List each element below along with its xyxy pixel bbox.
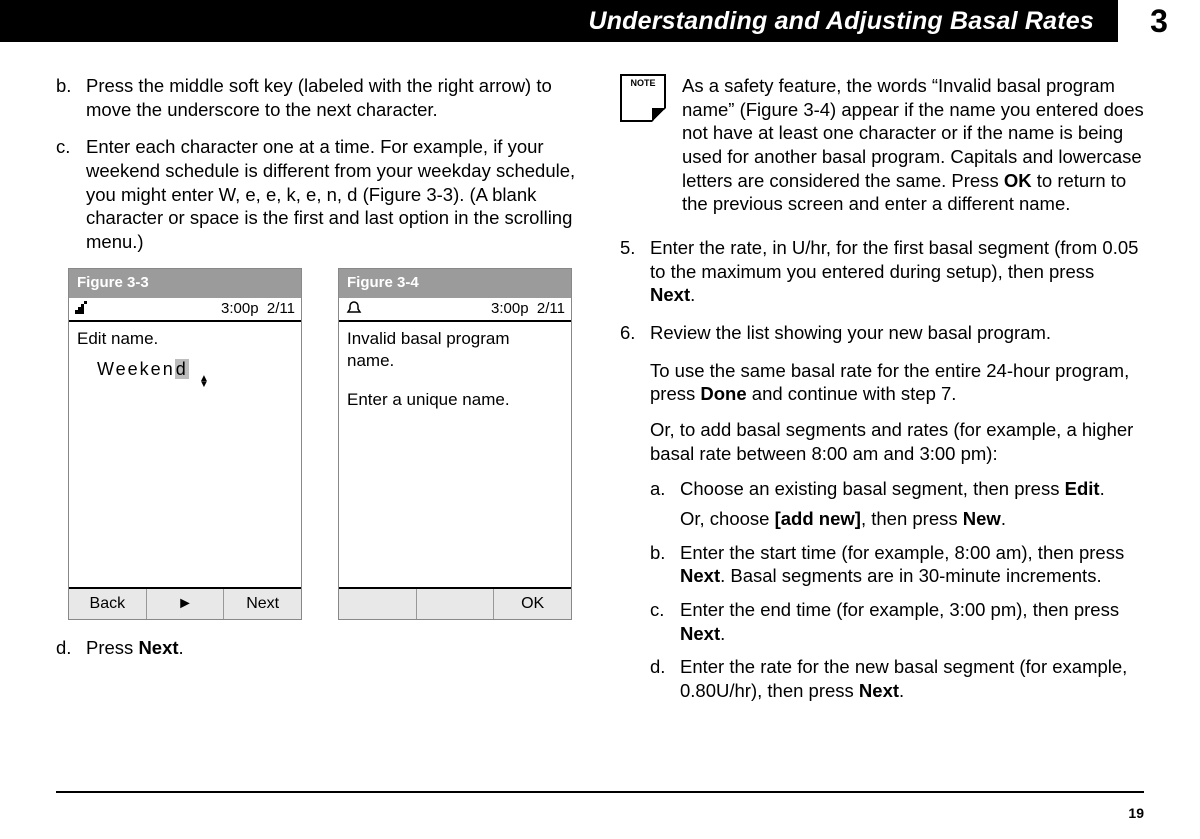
softkey-back[interactable]: Back: [69, 589, 146, 619]
softkey-empty: [339, 589, 416, 619]
figure-caption: Figure 3-4: [339, 269, 571, 298]
name-entry[interactable]: Weekend ▲▼: [97, 358, 293, 381]
softkey-empty: [416, 589, 494, 619]
entry-cursor-char: d: [175, 359, 189, 379]
step-marker: a.: [650, 477, 680, 530]
step-marker: c.: [650, 598, 680, 645]
note-icon: NOTE: [620, 74, 666, 122]
left-column: b. Press the middle soft key (labeled wi…: [56, 74, 580, 713]
note-text: As a safety feature, the words “Invalid …: [682, 74, 1144, 216]
screen-prompt: Edit name.: [77, 328, 293, 350]
step-marker: 6.: [620, 321, 650, 345]
paragraph: To use the same basal rate for the entir…: [620, 359, 1144, 406]
step-marker: b.: [56, 74, 86, 121]
status-time: 3:00p: [491, 299, 529, 318]
figure-row: Figure 3-3 3:00p 2/11 Edit name. Weekend…: [68, 268, 580, 620]
step-text: Enter the start time (for example, 8:00 …: [680, 541, 1144, 588]
device-statusbar: 3:00p 2/11: [69, 298, 301, 322]
right-column: NOTE As a safety feature, the words “Inv…: [620, 74, 1144, 713]
step-text: Enter each character one at a time. For …: [86, 135, 580, 253]
step-marker: c.: [56, 135, 86, 253]
step-text: Review the list showing your new basal p…: [650, 321, 1144, 345]
step-6: 6. Review the list showing your new basa…: [620, 321, 1144, 345]
substep-a: a. Choose an existing basal segment, the…: [620, 477, 1144, 530]
step-c: c. Enter each character one at a time. F…: [56, 135, 580, 253]
page-content: b. Press the middle soft key (labeled wi…: [0, 42, 1200, 713]
step-d: d. Press Next.: [56, 636, 580, 660]
softkey-bar: Back ► Next: [69, 587, 301, 619]
status-time: 3:00p: [221, 299, 259, 318]
step-text: Choose an existing basal segment, then p…: [680, 477, 1144, 530]
device-screen-body: Invalid basal program name. Enter a uniq…: [339, 322, 571, 587]
substep-d: d. Enter the rate for the new basal segm…: [620, 655, 1144, 702]
screen-message-1: Invalid basal program name.: [347, 328, 537, 372]
step-text: Enter the end time (for example, 3:00 pm…: [680, 598, 1144, 645]
chapter-title: Understanding and Adjusting Basal Rates: [0, 0, 1118, 42]
bell-icon: [345, 300, 363, 316]
step-marker: 5.: [620, 236, 650, 307]
device-screen-body: Edit name. Weekend ▲▼: [69, 322, 301, 587]
substep-c: c. Enter the end time (for example, 3:00…: [620, 598, 1144, 645]
figure-caption: Figure 3-3: [69, 269, 301, 298]
device-screen: 3:00p 2/11 Invalid basal program name. E…: [339, 298, 571, 619]
step-text: Enter the rate for the new basal segment…: [680, 655, 1144, 702]
step-5: 5. Enter the rate, in U/hr, for the firs…: [620, 236, 1144, 307]
step-marker: b.: [650, 541, 680, 588]
softkey-bar: OK: [339, 587, 571, 619]
note-callout: NOTE As a safety feature, the words “Inv…: [620, 74, 1144, 216]
footer-rule: [56, 791, 1144, 793]
step-marker: d.: [650, 655, 680, 702]
softkey-arrow[interactable]: ►: [146, 589, 224, 619]
chapter-number: 3: [1118, 0, 1200, 42]
page-header: Understanding and Adjusting Basal Rates …: [0, 0, 1200, 42]
figure-3-4: Figure 3-4 3:00p 2/11 Invalid basal prog…: [338, 268, 572, 620]
page-number: 19: [1128, 805, 1144, 821]
device-statusbar: 3:00p 2/11: [339, 298, 571, 322]
status-date: 2/11: [537, 299, 565, 318]
step-text: Enter the rate, in U/hr, for the first b…: [650, 236, 1144, 307]
screen-message-2: Enter a unique name.: [347, 389, 563, 411]
substep-b: b. Enter the start time (for example, 8:…: [620, 541, 1144, 588]
status-icon: [75, 300, 93, 316]
scroll-arrows-icon: ▲▼: [199, 376, 211, 388]
device-screen: 3:00p 2/11 Edit name. Weekend ▲▼ Back ►: [69, 298, 301, 619]
step-marker: d.: [56, 636, 86, 660]
status-date: 2/11: [267, 299, 295, 318]
step-text: Press Next.: [86, 636, 580, 660]
step-text: Press the middle soft key (labeled with …: [86, 74, 580, 121]
paragraph: Or, to add basal segments and rates (for…: [620, 418, 1144, 465]
step-b: b. Press the middle soft key (labeled wi…: [56, 74, 580, 121]
entry-prefix: Weeken: [97, 359, 175, 379]
figure-3-3: Figure 3-3 3:00p 2/11 Edit name. Weekend…: [68, 268, 302, 620]
softkey-ok[interactable]: OK: [493, 589, 571, 619]
softkey-next[interactable]: Next: [223, 589, 301, 619]
